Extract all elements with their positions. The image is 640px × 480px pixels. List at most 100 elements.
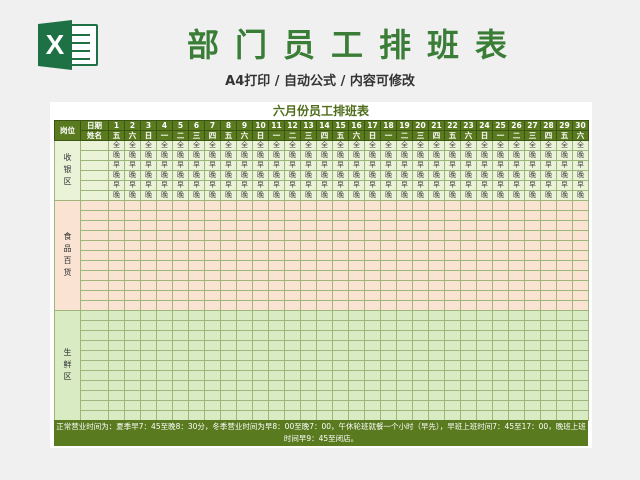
shift-cell[interactable]: [476, 350, 493, 361]
shift-cell[interactable]: [124, 400, 141, 411]
shift-cell[interactable]: 早: [412, 160, 429, 171]
shift-cell[interactable]: [236, 250, 253, 261]
shift-cell[interactable]: [380, 390, 397, 401]
shift-cell[interactable]: [412, 320, 429, 331]
shift-cell[interactable]: [332, 330, 349, 341]
shift-cell[interactable]: 晚: [332, 190, 349, 201]
shift-cell[interactable]: [364, 340, 381, 351]
shift-cell[interactable]: 晚: [140, 190, 157, 201]
shift-cell[interactable]: [220, 290, 237, 301]
shift-cell[interactable]: [348, 310, 365, 321]
shift-cell[interactable]: [204, 260, 221, 271]
shift-cell[interactable]: [476, 280, 493, 291]
shift-cell[interactable]: [364, 290, 381, 301]
shift-cell[interactable]: [204, 360, 221, 371]
shift-cell[interactable]: [300, 210, 317, 221]
shift-cell[interactable]: [492, 250, 509, 261]
shift-cell[interactable]: [236, 270, 253, 281]
shift-cell[interactable]: [236, 340, 253, 351]
shift-cell[interactable]: 全: [188, 140, 205, 151]
shift-cell[interactable]: [284, 380, 301, 391]
shift-cell[interactable]: [364, 310, 381, 321]
shift-cell[interactable]: [188, 390, 205, 401]
shift-cell[interactable]: [236, 410, 253, 421]
shift-cell[interactable]: [300, 280, 317, 291]
shift-cell[interactable]: [412, 240, 429, 251]
shift-cell[interactable]: 晚: [268, 150, 285, 161]
shift-cell[interactable]: [300, 230, 317, 241]
shift-cell[interactable]: [460, 260, 477, 271]
shift-cell[interactable]: 早: [140, 180, 157, 191]
shift-cell[interactable]: 晚: [284, 170, 301, 181]
shift-cell[interactable]: 早: [316, 160, 333, 171]
shift-cell[interactable]: [124, 260, 141, 271]
shift-cell[interactable]: [396, 310, 413, 321]
shift-cell[interactable]: [524, 280, 541, 291]
shift-cell[interactable]: 晚: [300, 150, 317, 161]
shift-cell[interactable]: 晚: [492, 150, 509, 161]
shift-cell[interactable]: 早: [348, 160, 365, 171]
shift-cell[interactable]: [348, 210, 365, 221]
shift-cell[interactable]: 早: [220, 180, 237, 191]
shift-cell[interactable]: [268, 310, 285, 321]
shift-cell[interactable]: [300, 250, 317, 261]
shift-cell[interactable]: 早: [156, 160, 173, 171]
shift-cell[interactable]: [396, 210, 413, 221]
shift-cell[interactable]: [396, 330, 413, 341]
shift-cell[interactable]: [172, 390, 189, 401]
shift-cell[interactable]: [268, 250, 285, 261]
shift-cell[interactable]: [220, 400, 237, 411]
shift-cell[interactable]: 早: [380, 180, 397, 191]
shift-cell[interactable]: [284, 230, 301, 241]
shift-cell[interactable]: [572, 260, 589, 271]
shift-cell[interactable]: 晚: [204, 190, 221, 201]
shift-cell[interactable]: [172, 400, 189, 411]
shift-cell[interactable]: [124, 220, 141, 231]
shift-cell[interactable]: [108, 270, 125, 281]
shift-cell[interactable]: [108, 280, 125, 291]
shift-cell[interactable]: [444, 270, 461, 281]
shift-cell[interactable]: [460, 400, 477, 411]
shift-cell[interactable]: [108, 380, 125, 391]
shift-cell[interactable]: [124, 300, 141, 311]
shift-cell[interactable]: [220, 330, 237, 341]
shift-cell[interactable]: 早: [316, 180, 333, 191]
shift-cell[interactable]: 早: [108, 180, 125, 191]
shift-cell[interactable]: [412, 220, 429, 231]
shift-cell[interactable]: [572, 360, 589, 371]
shift-cell[interactable]: [476, 330, 493, 341]
shift-cell[interactable]: [156, 400, 173, 411]
shift-cell[interactable]: [124, 210, 141, 221]
shift-cell[interactable]: [284, 240, 301, 251]
shift-cell[interactable]: [508, 410, 525, 421]
shift-cell[interactable]: [444, 250, 461, 261]
shift-cell[interactable]: [364, 400, 381, 411]
shift-cell[interactable]: [492, 330, 509, 341]
shift-cell[interactable]: [460, 240, 477, 251]
shift-cell[interactable]: [556, 300, 573, 311]
shift-cell[interactable]: [156, 380, 173, 391]
shift-cell[interactable]: [492, 280, 509, 291]
shift-cell[interactable]: 晚: [396, 170, 413, 181]
shift-cell[interactable]: [204, 280, 221, 291]
shift-cell[interactable]: [156, 260, 173, 271]
shift-cell[interactable]: [572, 200, 589, 211]
shift-cell[interactable]: [332, 240, 349, 251]
shift-cell[interactable]: 晚: [364, 190, 381, 201]
shift-cell[interactable]: 全: [572, 140, 589, 151]
shift-cell[interactable]: [172, 300, 189, 311]
shift-cell[interactable]: [268, 230, 285, 241]
shift-cell[interactable]: [108, 230, 125, 241]
shift-cell[interactable]: [172, 250, 189, 261]
shift-cell[interactable]: [204, 370, 221, 381]
shift-cell[interactable]: [460, 340, 477, 351]
shift-cell[interactable]: [540, 340, 557, 351]
shift-cell[interactable]: [204, 410, 221, 421]
shift-cell[interactable]: [284, 400, 301, 411]
shift-cell[interactable]: [268, 350, 285, 361]
shift-cell[interactable]: 早: [476, 160, 493, 171]
shift-cell[interactable]: [476, 370, 493, 381]
shift-cell[interactable]: [140, 410, 157, 421]
shift-cell[interactable]: [300, 410, 317, 421]
shift-cell[interactable]: 晚: [380, 150, 397, 161]
